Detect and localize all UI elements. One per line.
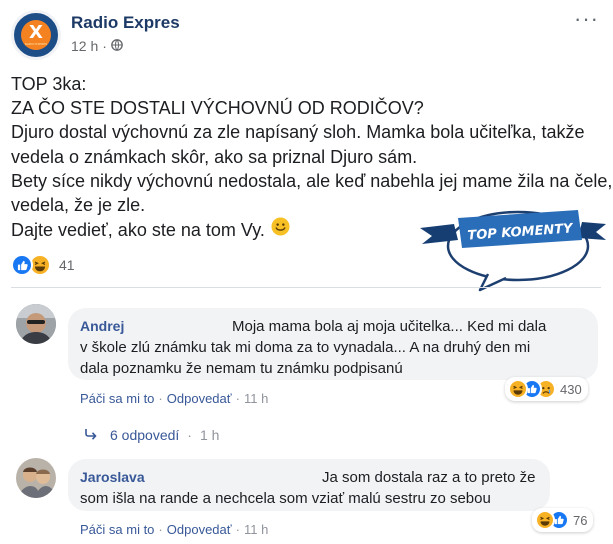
globe-icon xyxy=(111,38,123,54)
replies-time: 1 h xyxy=(199,427,220,443)
post-reactions[interactable]: 41 xyxy=(11,254,75,276)
comment-text-line: dala poznamku že nemam tu známku podpisa… xyxy=(80,360,403,377)
dot-separator: · xyxy=(235,522,240,537)
avatar[interactable] xyxy=(16,304,56,344)
avatar[interactable] xyxy=(16,458,56,498)
dot-separator: · xyxy=(235,391,240,406)
dot-separator: · xyxy=(158,522,163,537)
comment-text-line: v škole zlú známku tak mi doma za to vyn… xyxy=(80,339,531,356)
comment-text-line: Ja som dostala raz a to preto že xyxy=(322,469,536,486)
reply-arrow-icon xyxy=(84,427,98,443)
page-avatar[interactable]: X RADIO EXPRES xyxy=(11,10,61,60)
logo-subtext: RADIO EXPRES xyxy=(24,42,48,46)
like-reaction-icon xyxy=(11,254,33,276)
reply-link[interactable]: Odpovedať xyxy=(167,391,232,406)
dot-separator: · xyxy=(102,38,107,54)
comment-author[interactable]: Jaroslava xyxy=(80,469,145,485)
post-reaction-count[interactable]: 41 xyxy=(59,257,75,273)
comment-reactions[interactable]: 76 xyxy=(532,508,594,532)
comment-reaction-count: 430 xyxy=(560,381,582,397)
dot-separator: · xyxy=(158,391,163,406)
comment-actions: Páči sa mi to · Odpovedať · 11 h xyxy=(80,522,268,537)
comment-author[interactable]: Andrej xyxy=(80,318,124,334)
post-line: Bety síce nikdy výchovnú nedostala, ale … xyxy=(11,170,613,191)
haha-reaction-icon xyxy=(535,510,555,530)
post-time[interactable]: 12 h xyxy=(71,38,98,54)
like-link[interactable]: Páči sa mi to xyxy=(80,391,154,406)
comment-time[interactable]: 11 h xyxy=(244,391,268,406)
top-komenty-badge: TOP KOMENTY xyxy=(418,200,608,292)
replies-count[interactable]: 6 odpovedí xyxy=(110,427,179,443)
post-meta: 12 h · xyxy=(71,38,123,54)
page-name[interactable]: Radio Expres xyxy=(71,13,180,33)
radio-expres-logo: X RADIO EXPRES xyxy=(21,20,51,50)
smile-emoji-icon xyxy=(271,217,290,242)
view-replies-link[interactable]: 6 odpovedí · 1 h xyxy=(84,427,219,443)
more-options-icon[interactable]: ··· xyxy=(574,8,599,30)
post-line: Djuro dostal výchovnú za zle napísaný sl… xyxy=(11,122,585,143)
logo-mark: X xyxy=(29,22,43,43)
haha-reaction-icon xyxy=(508,379,528,399)
reply-link[interactable]: Odpovedať xyxy=(167,522,232,537)
comment-text-line: Moja mama bola aj moja učitelka... Ked m… xyxy=(232,318,547,335)
comment-actions: Páči sa mi to · Odpovedať · 11 h xyxy=(80,391,268,406)
like-link[interactable]: Páči sa mi to xyxy=(80,522,154,537)
comment-time[interactable]: 11 h xyxy=(244,522,268,537)
comment-text-line: som išla na rande a nechcela som vziať m… xyxy=(80,490,491,507)
post-line: TOP 3ka: xyxy=(11,74,87,94)
post-line: vedela o známkach skôr, ako sa priznal D… xyxy=(11,146,418,167)
divider xyxy=(11,287,601,288)
comment-reaction-count: 76 xyxy=(573,512,588,528)
post-line: ZA ČO STE DOSTALI VÝCHOVNÚ OD RODIČOV? xyxy=(11,98,424,119)
post-line: Dajte vedieť, ako ste na tom Vy. xyxy=(11,219,265,240)
comment-reactions[interactable]: 430 xyxy=(505,377,588,401)
dot-separator: · xyxy=(187,427,192,443)
